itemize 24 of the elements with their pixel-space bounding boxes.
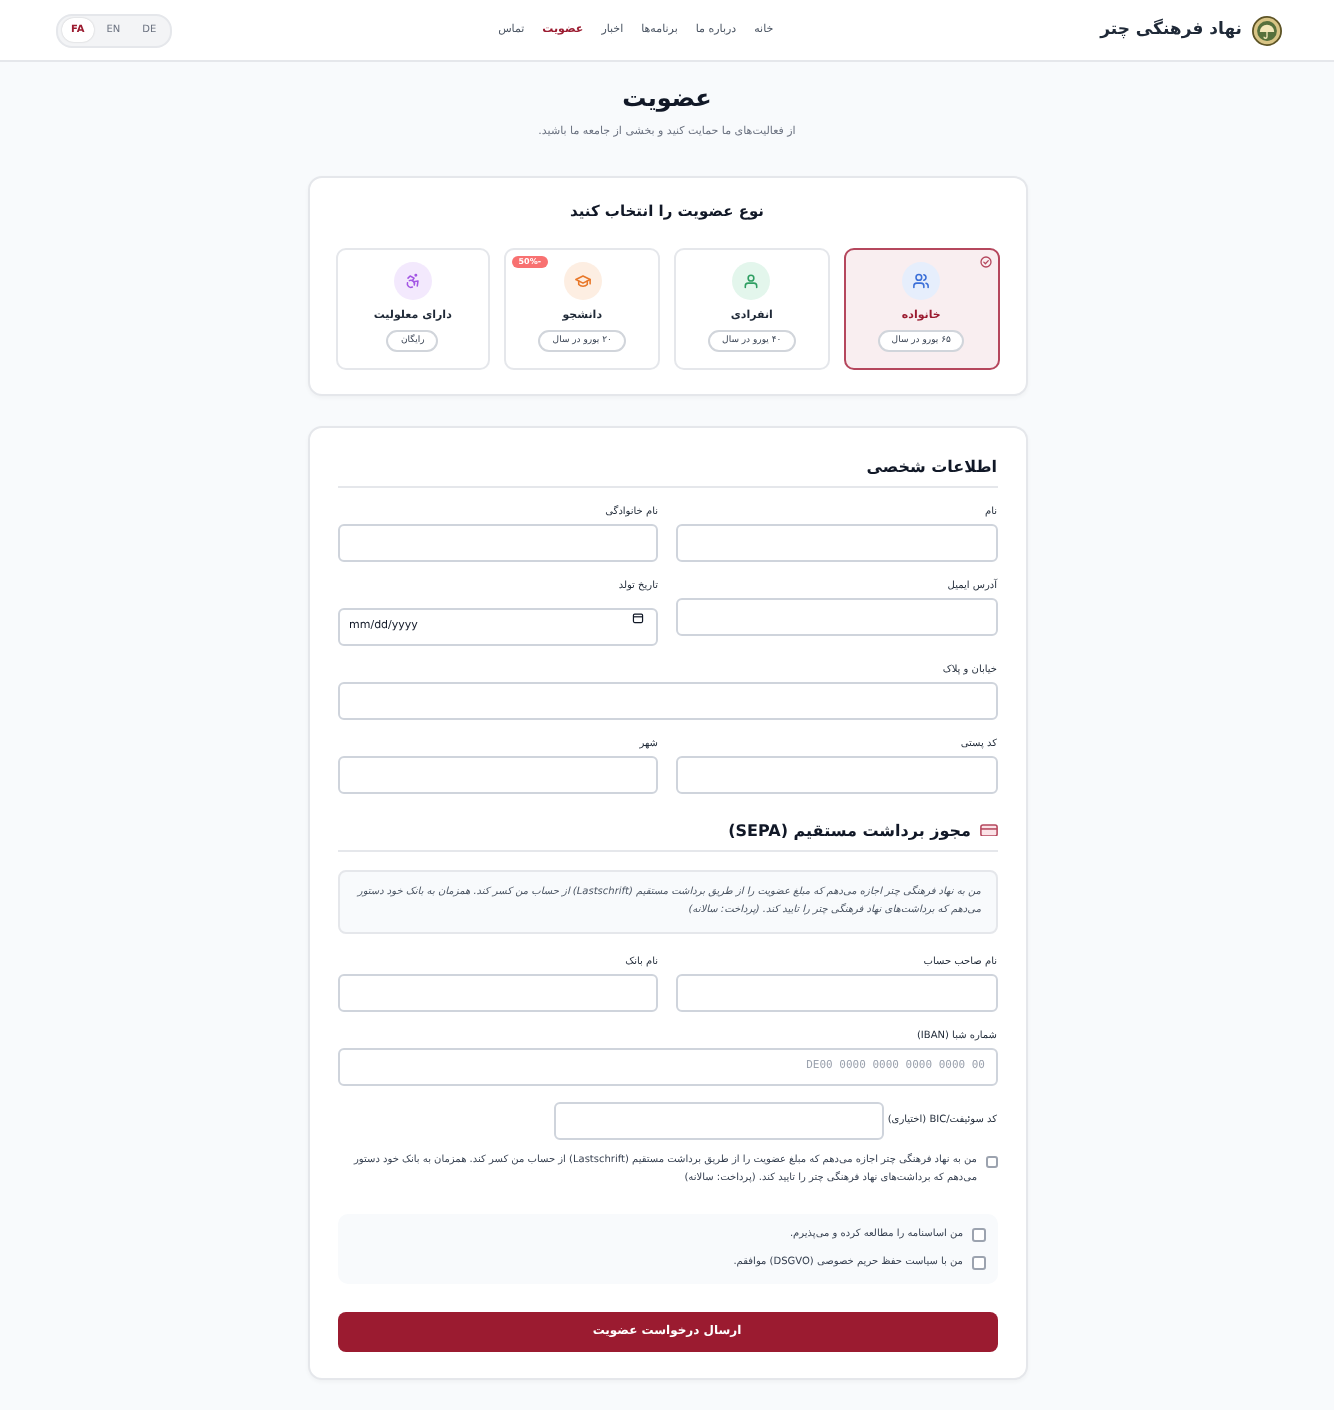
calendar-icon: [631, 611, 643, 623]
check-circle-icon: [979, 256, 991, 268]
input-field[interactable]: [337, 973, 658, 1011]
graduation-cap-icon: [563, 262, 602, 300]
site-title: نهاد فرهنگی چتر: [1100, 18, 1242, 42]
umbrella-emblem-icon: [1252, 15, 1282, 45]
user-icon: [732, 262, 771, 300]
wheelchair-icon: [393, 262, 432, 300]
checkbox[interactable]: [985, 1155, 997, 1167]
input-field[interactable]: [553, 1101, 884, 1139]
credit-card-icon: [979, 823, 997, 837]
input-field[interactable]: [676, 524, 997, 562]
users-icon: [902, 262, 941, 300]
section-title: اطلاعات شخصی: [866, 456, 997, 478]
checkbox[interactable]: [971, 1228, 985, 1242]
input-field[interactable]: [676, 755, 997, 793]
input-field[interactable]: [337, 681, 997, 719]
checkbox[interactable]: [971, 1256, 985, 1270]
page-title: عضویت: [620, 82, 714, 114]
section-title: مجوز برداشت مستقیم (SEPA): [728, 819, 971, 841]
input-field[interactable]: [337, 755, 658, 793]
input-field[interactable]: [676, 973, 997, 1011]
input-field[interactable]: [337, 524, 658, 562]
input-field[interactable]: [676, 598, 997, 636]
